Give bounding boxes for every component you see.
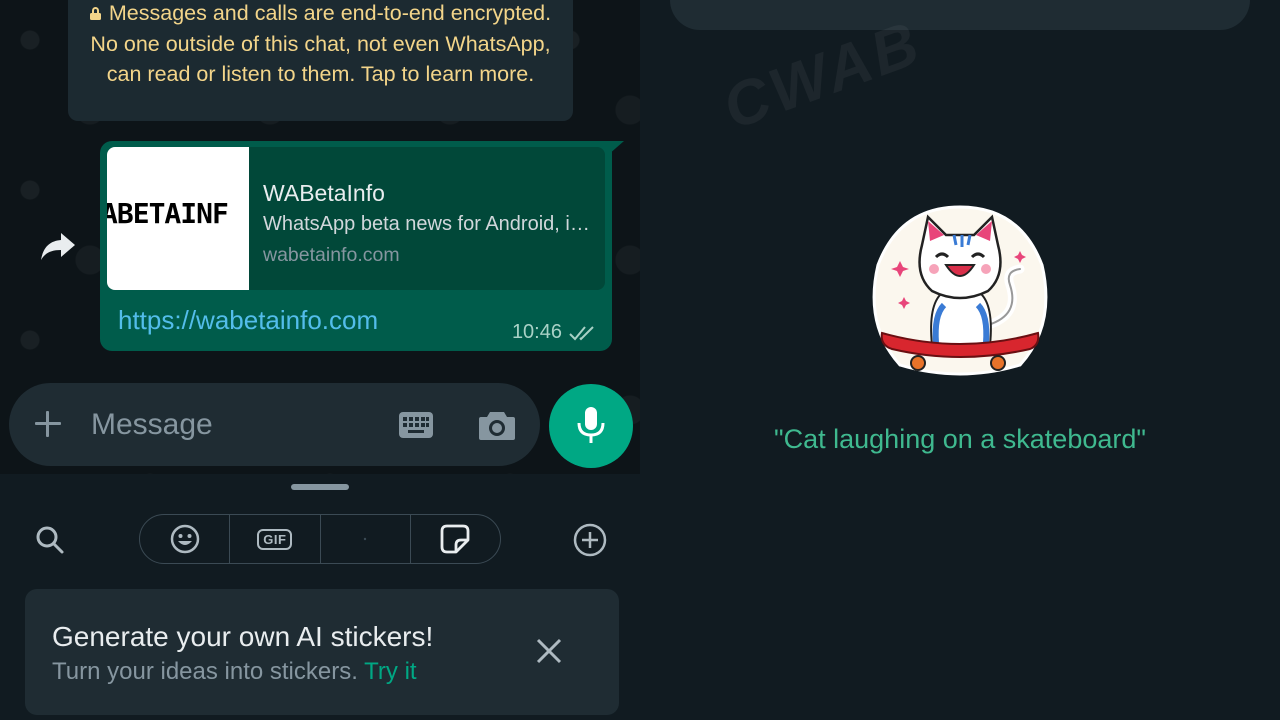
link-preview[interactable]: ABETAINF WABetaInfo WhatsApp beta news f… xyxy=(107,147,605,290)
sticker-tray: GIF Generate your own AI stickers! Turn … xyxy=(0,474,640,720)
tray-search-button[interactable] xyxy=(32,522,68,558)
promo-try-it-link[interactable]: Try it xyxy=(364,658,416,685)
close-icon xyxy=(536,638,562,664)
voice-message-button[interactable] xyxy=(549,384,633,468)
tab-gif[interactable]: GIF xyxy=(230,515,321,563)
promo-subtitle: Turn your ideas into stickers. Try it xyxy=(52,658,417,686)
outgoing-message[interactable]: ABETAINF WABetaInfo WhatsApp beta news f… xyxy=(100,141,612,351)
microphone-icon xyxy=(577,407,605,443)
forward-icon xyxy=(41,233,75,260)
camera-button[interactable] xyxy=(476,405,518,445)
message-composer xyxy=(9,383,540,466)
sticker-icon xyxy=(440,524,470,554)
tray-drag-handle[interactable] xyxy=(291,484,349,490)
message-link[interactable]: https://wabetainfo.com xyxy=(118,305,378,336)
encryption-notice[interactable]: Messages and calls are end-to-end encryp… xyxy=(68,0,573,121)
forward-button[interactable] xyxy=(36,224,80,268)
search-icon xyxy=(36,526,64,554)
create-sticker-button[interactable] xyxy=(571,521,609,559)
tab-stickers[interactable] xyxy=(411,515,500,563)
encryption-notice-text: Messages and calls are end-to-end encryp… xyxy=(90,1,552,86)
keyboard-icon xyxy=(399,412,433,438)
link-preview-thumbnail-text: ABETAINF xyxy=(107,197,229,230)
gif-label: GIF xyxy=(257,528,293,550)
message-meta: 10:46 xyxy=(512,321,598,344)
message-input[interactable] xyxy=(91,405,371,445)
tab-avatar[interactable] xyxy=(321,515,411,563)
promo-subtitle-text: Turn your ideas into stickers. xyxy=(52,658,358,685)
sticker-prompt-caption: "Cat laughing on a skateboard" xyxy=(774,424,1146,454)
link-preview-title: WABetaInfo xyxy=(263,180,385,206)
attach-plus-button[interactable] xyxy=(33,409,63,439)
lock-icon xyxy=(89,7,101,20)
message-time: 10:46 xyxy=(511,321,562,343)
chat-panel: Messages and calls are end-to-end encryp… xyxy=(0,0,640,720)
sticker-prompt-field[interactable] xyxy=(670,0,1250,30)
generated-sticker[interactable] xyxy=(870,205,1050,380)
tab-emoji[interactable] xyxy=(140,515,231,563)
camera-icon xyxy=(479,412,515,440)
ai-sticker-promo: Generate your own AI stickers! Turn your… xyxy=(25,589,619,715)
cat-skateboard-sticker-image xyxy=(872,205,1048,376)
ai-sticker-panel: CWAB "Cat laughing on a skateboard" xyxy=(640,0,1280,720)
keyboard-button[interactable] xyxy=(396,408,436,442)
tray-tabs: GIF xyxy=(139,514,501,564)
promo-title: Generate your own AI stickers! xyxy=(52,621,434,652)
double-check-icon xyxy=(569,325,594,340)
link-preview-description: WhatsApp beta news for Android, iOS, Des… xyxy=(263,213,593,235)
promo-close-button[interactable] xyxy=(531,633,567,669)
add-circle-icon xyxy=(573,523,607,557)
avatar-icon xyxy=(363,537,367,541)
link-preview-domain: wabetainfo.com xyxy=(263,244,400,266)
emoji-icon xyxy=(170,524,199,554)
link-preview-thumbnail: ABETAINF xyxy=(107,147,249,290)
